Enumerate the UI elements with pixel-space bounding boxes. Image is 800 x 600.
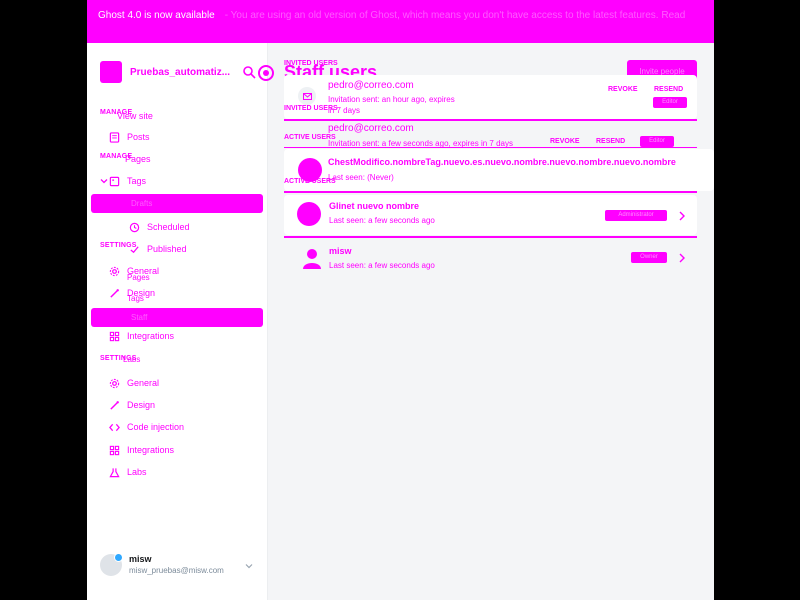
site-name: Pruebas_automatiz...	[130, 66, 231, 78]
gear-icon	[109, 266, 120, 276]
sidebar-item-label: Posts	[127, 132, 150, 142]
sidebar-item-scheduled[interactable]: Scheduled	[129, 218, 190, 236]
spinner-icon	[258, 65, 274, 81]
sidebar-item-settings-design[interactable]: Design	[109, 396, 155, 414]
invite-email: pedro@correo.com	[328, 80, 414, 91]
user-name: misw	[329, 246, 352, 256]
sidebar-item-label: Code injection	[127, 422, 185, 432]
user-email: misw_pruebas@misw.com	[129, 566, 224, 575]
role-badge: Administrator	[605, 210, 667, 221]
active-user-row[interactable]: misw Last seen: a few seconds ago Owner	[268, 240, 714, 276]
active-users-label-dup: ACTIVE USERS	[284, 178, 336, 185]
tags-icon	[109, 176, 120, 186]
user-last-seen: Last seen: (Never)	[328, 173, 394, 182]
envelope-icon	[298, 87, 316, 105]
invited-user-card[interactable]: pedro@correo.com Invitation sent: an hou…	[284, 75, 697, 119]
sidebar-item-label: Tags	[127, 176, 147, 186]
active-user-row[interactable]: Glinet nuevo nombre Last seen: a few sec…	[284, 195, 697, 235]
invited-users-label: INVITED USERS	[284, 60, 338, 67]
main-content: Staff users INVITED USERS Invite people …	[258, 43, 714, 600]
labs-icon	[109, 467, 120, 477]
invite-meta: Invitation sent: an hour ago, expires in…	[328, 95, 455, 115]
sidebar-item-label: Integrations	[127, 331, 175, 341]
sidebar-item-settings-integrations[interactable]: Integrations	[109, 441, 174, 459]
sidebar-item-label: Pages	[127, 272, 150, 282]
invited-users-label-dup: INVITED USERS	[284, 105, 338, 112]
banner-text: Ghost 4.0 is now available	[98, 10, 215, 21]
sidebar-item-staff-active[interactable]: Staff	[91, 308, 263, 327]
avatar	[297, 202, 321, 226]
sidebar-item-label: View site	[117, 111, 153, 121]
upgrade-banner[interactable]: Ghost 4.0 is now available - You are usin…	[87, 0, 714, 43]
search-icon[interactable]	[242, 65, 256, 79]
user-icon	[303, 249, 321, 269]
avatar	[100, 553, 123, 576]
chevron-right-icon[interactable]	[678, 253, 686, 263]
gear-icon	[109, 378, 120, 388]
clock-icon	[129, 222, 140, 232]
user-last-seen: Last seen: a few seconds ago	[329, 216, 435, 225]
user-name: ChestModifico.nombreTag.nuevo.es.nuevo.n…	[328, 157, 676, 167]
code-icon	[109, 423, 120, 431]
resend-button[interactable]: RESEND	[596, 138, 625, 145]
sidebar-item-label: Scheduled	[147, 222, 190, 232]
check-icon	[130, 245, 139, 253]
posts-icon	[109, 131, 120, 143]
chevron-right-icon[interactable]	[678, 211, 686, 221]
user-name: misw	[129, 554, 152, 564]
sidebar-item-posts[interactable]: Posts	[109, 128, 150, 146]
integrations-icon	[109, 331, 120, 341]
sidebar-item-integrations[interactable]: Integrations	[109, 327, 174, 345]
resend-button[interactable]: RESEND	[654, 86, 683, 93]
site-logo	[100, 61, 122, 83]
revoke-button[interactable]: REVOKE	[608, 86, 638, 93]
sidebar-item-tags[interactable]: Tags	[109, 172, 146, 190]
sidebar-item-label: Published	[147, 244, 187, 254]
invite-email: pedro@correo.com	[328, 123, 414, 134]
sidebar-item-published[interactable]: Published	[129, 240, 187, 258]
ghost-admin-window: Ghost 4.0 is now available - You are usin…	[87, 0, 714, 600]
sidebar-item-label: Integrations	[127, 445, 175, 455]
sidebar-item-label: General	[127, 378, 160, 388]
user-info: misw misw_pruebas@misw.com	[129, 554, 224, 576]
sidebar-item-settings-general[interactable]: General	[109, 374, 159, 392]
divider	[284, 119, 697, 121]
user-menu[interactable]: misw misw_pruebas@misw.com	[100, 553, 224, 576]
sidebar-item-tags-overlap[interactable]: Tags	[127, 289, 144, 307]
user-last-seen: Last seen: a few seconds ago	[329, 261, 435, 270]
role-badge: Owner	[631, 252, 667, 263]
sidebar: Pruebas_automatiz... MANAGE View site Po…	[87, 43, 268, 600]
user-name: Glinet nuevo nombre	[329, 201, 420, 211]
sidebar-item-label: Pages	[125, 154, 151, 164]
sidebar-item-label: Tags	[127, 293, 144, 303]
active-user-row[interactable]: ChestModifico.nombreTag.nuevo.es.nuevo.n…	[284, 149, 714, 191]
brush-icon	[110, 400, 119, 410]
brush-icon	[110, 288, 119, 298]
revoke-button[interactable]: REVOKE	[550, 138, 580, 145]
banner-detail: - You are using an old version of Ghost,…	[224, 10, 686, 21]
divider	[284, 236, 697, 238]
sidebar-item-view-site[interactable]: View site	[117, 107, 153, 125]
sidebar-item-code-injection[interactable]: Code injection	[109, 418, 184, 436]
site-brand[interactable]: Pruebas_automatiz...	[100, 61, 230, 83]
chevron-down-icon[interactable]	[244, 561, 254, 571]
chevron-down-icon[interactable]	[100, 177, 108, 185]
sidebar-item-labs[interactable]: Labs	[109, 463, 147, 481]
integrations-icon	[109, 445, 120, 455]
sidebar-item-label: Labs	[123, 354, 141, 364]
sidebar-item-label: Design	[127, 400, 156, 410]
divider	[284, 191, 697, 193]
role-badge: Editor	[640, 136, 674, 147]
sidebar-item-drafts-active[interactable]: Drafts	[91, 194, 263, 213]
role-badge: Editor	[653, 97, 687, 108]
sidebar-item-label: Labs	[127, 467, 147, 477]
divider	[284, 147, 697, 148]
sidebar-item-labs-overlap[interactable]: Labs	[123, 350, 140, 368]
sidebar-item-pages[interactable]: Pages	[125, 150, 151, 168]
